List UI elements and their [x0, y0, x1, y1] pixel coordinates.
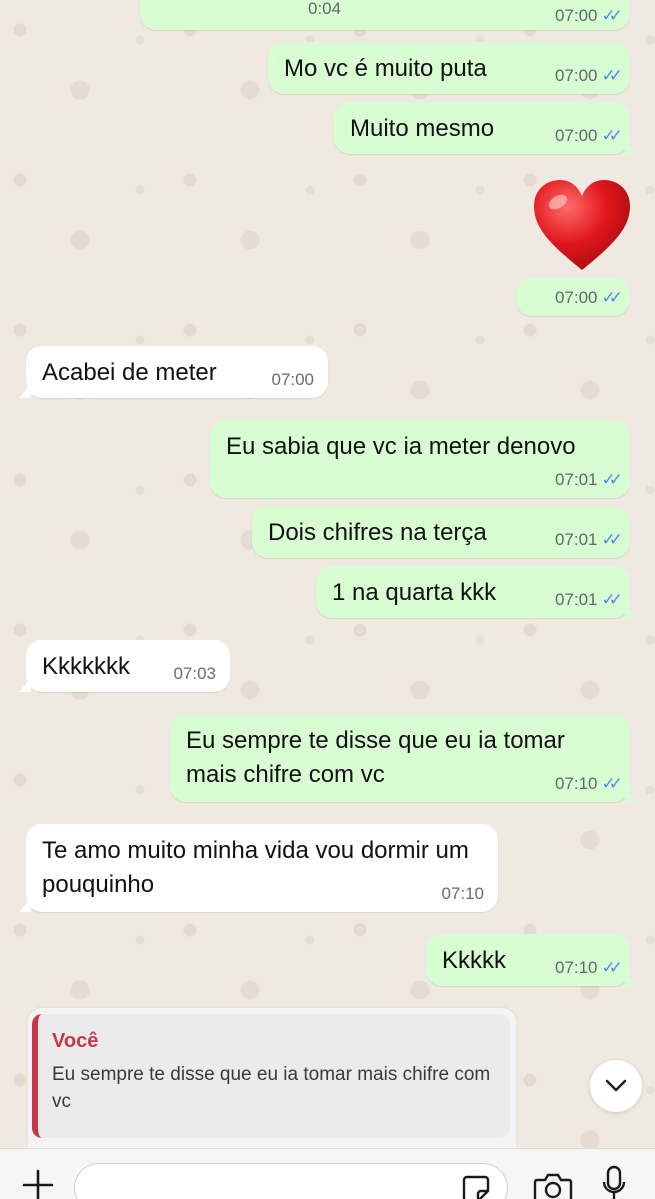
message-text: Kkkkk — [442, 947, 507, 974]
message-text: Acabei de meter — [42, 359, 217, 386]
double-check-icon: ✓✓ — [601, 6, 623, 25]
attach-button[interactable] — [18, 1165, 58, 1199]
message-bubble-incoming[interactable]: Te amo muito minha vida vou dormir um po… — [19, 824, 498, 912]
message-input[interactable] — [74, 1163, 508, 1199]
message-text: Muito mesmo — [350, 115, 495, 142]
message-bubble-outgoing[interactable]: Mo vc é muito puta 07:00 ✓✓ — [268, 42, 630, 94]
message-bubble-outgoing[interactable]: Eu sempre te disse que eu ia tomar mais … — [170, 714, 637, 802]
reply-preview[interactable]: Você Eu sempre te disse que eu ia tomar … — [28, 1008, 516, 1148]
message-text: Dois chifres na terça — [268, 519, 487, 546]
message-time: 07:10 — [441, 884, 484, 903]
reply-author: Você — [52, 1030, 99, 1052]
heart-icon — [534, 180, 630, 270]
message-text: Kkkkkkk — [42, 653, 131, 680]
scroll-to-bottom-button[interactable] — [590, 1060, 642, 1112]
message-text: 1 na quarta kkk — [332, 579, 497, 606]
message-text: Eu sempre te disse que eu ia tomar mais … — [186, 727, 565, 788]
message-text: Mo vc é muito puta — [284, 55, 487, 82]
message-meta-pill: 07:00 ✓✓ — [516, 278, 630, 316]
double-check-icon: ✓✓ — [601, 470, 623, 489]
double-check-icon: ✓✓ — [601, 530, 623, 549]
camera-icon — [533, 1173, 573, 1199]
microphone-button[interactable] — [596, 1163, 632, 1199]
double-check-icon: ✓✓ — [601, 958, 623, 977]
plus-icon — [22, 1169, 54, 1199]
message-time: 07:10 — [554, 958, 598, 977]
message-time: 07:00 — [271, 370, 314, 389]
camera-button[interactable] — [530, 1167, 576, 1199]
double-check-icon: ✓✓ — [601, 66, 623, 85]
message-bubble-outgoing[interactable]: Muito mesmo 07:00 ✓✓ — [334, 102, 637, 154]
message-bubble-outgoing[interactable]: 1 na quarta kkk 07:01 ✓✓ — [316, 566, 637, 618]
message-time: 07:00 — [554, 288, 598, 307]
message-bubble-incoming[interactable]: Kkkkkkk 07:03 — [19, 640, 230, 692]
message-time: 07:01 — [554, 530, 598, 549]
reply-text: Eu sempre te disse que eu ia tomar mais … — [52, 1064, 491, 1112]
message-bubble-incoming[interactable]: Acabei de meter 07:00 — [19, 346, 328, 398]
chevron-down-icon — [605, 1079, 627, 1092]
double-check-icon: ✓✓ — [601, 288, 623, 307]
double-check-icon: ✓✓ — [601, 126, 623, 145]
sticker-icon — [462, 1175, 490, 1199]
double-check-icon: ✓✓ — [601, 590, 623, 609]
message-emoji-heart[interactable] — [530, 178, 634, 274]
message-bubble-audio[interactable]: 0:04 07:00 ✓✓ — [140, 0, 630, 30]
sticker-button[interactable] — [456, 1169, 496, 1199]
double-check-icon: ✓✓ — [601, 774, 623, 793]
quoted-message[interactable]: Você Eu sempre te disse que eu ia tomar … — [32, 1014, 510, 1138]
audio-duration: 0:04 — [308, 0, 342, 18]
message-time: 07:01 — [554, 590, 598, 609]
message-text: Te amo muito minha vida vou dormir um po… — [42, 837, 469, 898]
microphone-icon — [602, 1165, 626, 1199]
message-time: 07:00 — [554, 66, 598, 85]
message-time: 07:00 — [554, 126, 598, 145]
message-time: 07:03 — [173, 664, 216, 683]
message-time: 07:00 — [554, 6, 598, 25]
message-bubble-outgoing[interactable]: Kkkkk 07:10 ✓✓ — [426, 934, 637, 986]
message-text: Eu sabia que vc ia meter denovo — [226, 433, 576, 460]
message-time: 07:01 — [554, 470, 598, 489]
message-bubble-outgoing[interactable]: Eu sabia que vc ia meter denovo 07:01 ✓✓ — [210, 420, 630, 498]
message-time: 07:10 — [554, 774, 598, 793]
chat-area[interactable]: 0:04 07:00 ✓✓ Mo vc é muito puta 07:00 ✓… — [0, 0, 655, 1148]
message-bubble-outgoing[interactable]: Dois chifres na terça 07:01 ✓✓ — [252, 506, 630, 558]
composer-bar — [0, 1148, 655, 1199]
